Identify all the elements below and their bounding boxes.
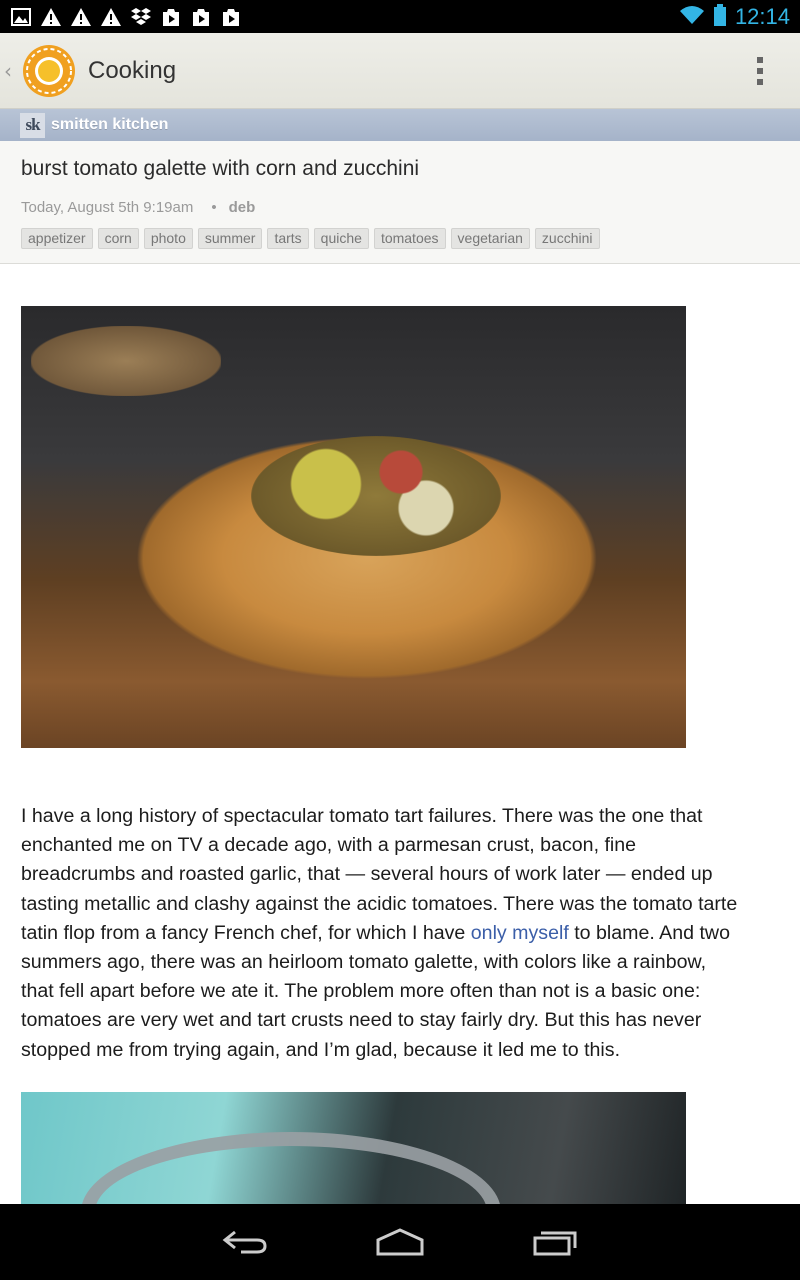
only-myself-link[interactable]: only myself <box>471 922 569 944</box>
home-icon[interactable] <box>370 1222 430 1262</box>
article-date: Today, August 5th 9:19am <box>21 199 194 216</box>
warning-icon <box>40 6 62 28</box>
photo-filling-detail <box>251 436 501 556</box>
status-bar: 12:14 <box>0 0 800 33</box>
tag[interactable]: summer <box>197 228 263 249</box>
play-store-icon <box>190 6 212 28</box>
warning-icon <box>100 6 122 28</box>
system-indicators: 12:14 <box>679 3 790 30</box>
play-store-icon <box>220 6 242 28</box>
tag[interactable]: corn <box>97 228 139 249</box>
tag[interactable]: appetizer <box>21 228 93 249</box>
tag[interactable]: vegetarian <box>450 228 530 249</box>
tag[interactable]: photo <box>143 228 193 249</box>
action-bar: ‹ Cooking <box>0 33 800 109</box>
dropbox-icon <box>130 6 152 28</box>
article-title: burst tomato galette with corn and zucch… <box>21 157 420 180</box>
tag[interactable]: quiche <box>313 228 369 249</box>
play-store-icon <box>160 6 182 28</box>
up-caret-icon[interactable]: ‹ <box>4 59 20 83</box>
sun-logo-icon[interactable] <box>22 44 76 98</box>
feed-logo: sk <box>20 112 45 138</box>
tag[interactable]: zucchini <box>534 228 600 249</box>
clock: 12:14 <box>734 3 790 29</box>
gallery-icon <box>10 6 32 28</box>
wifi-icon <box>679 5 705 29</box>
tag-list: appetizer corn photo summer tarts quiche… <box>21 228 780 249</box>
article-meta: Today, August 5th 9:19am • deb <box>21 199 780 216</box>
second-photo[interactable] <box>21 1092 686 1204</box>
feed-source-bar[interactable]: sk smitten kitchen <box>0 109 800 141</box>
galette-photo[interactable] <box>21 306 686 748</box>
recent-apps-icon[interactable] <box>525 1222 585 1262</box>
battery-icon <box>713 3 727 30</box>
article-paragraph: I have a long history of spectacular tom… <box>21 802 741 1065</box>
article-author[interactable]: deb <box>229 199 256 216</box>
back-icon[interactable] <box>215 1222 275 1262</box>
navigation-bar <box>0 1204 800 1280</box>
feed-name: smitten kitchen <box>51 116 169 133</box>
tag[interactable]: tarts <box>267 228 309 249</box>
app-title: Cooking <box>88 56 177 84</box>
meta-separator: • <box>211 199 217 216</box>
photo-slice-detail <box>31 326 221 396</box>
notification-icons <box>10 6 242 28</box>
warning-icon <box>70 6 92 28</box>
overflow-menu-icon[interactable] <box>748 51 772 91</box>
article-content[interactable]: I have a long history of spectacular tom… <box>0 264 800 1204</box>
tag[interactable]: tomatoes <box>373 228 446 249</box>
photo-pan-rim <box>81 1132 501 1204</box>
article-header: burst tomato galette with corn and zucch… <box>0 141 800 264</box>
